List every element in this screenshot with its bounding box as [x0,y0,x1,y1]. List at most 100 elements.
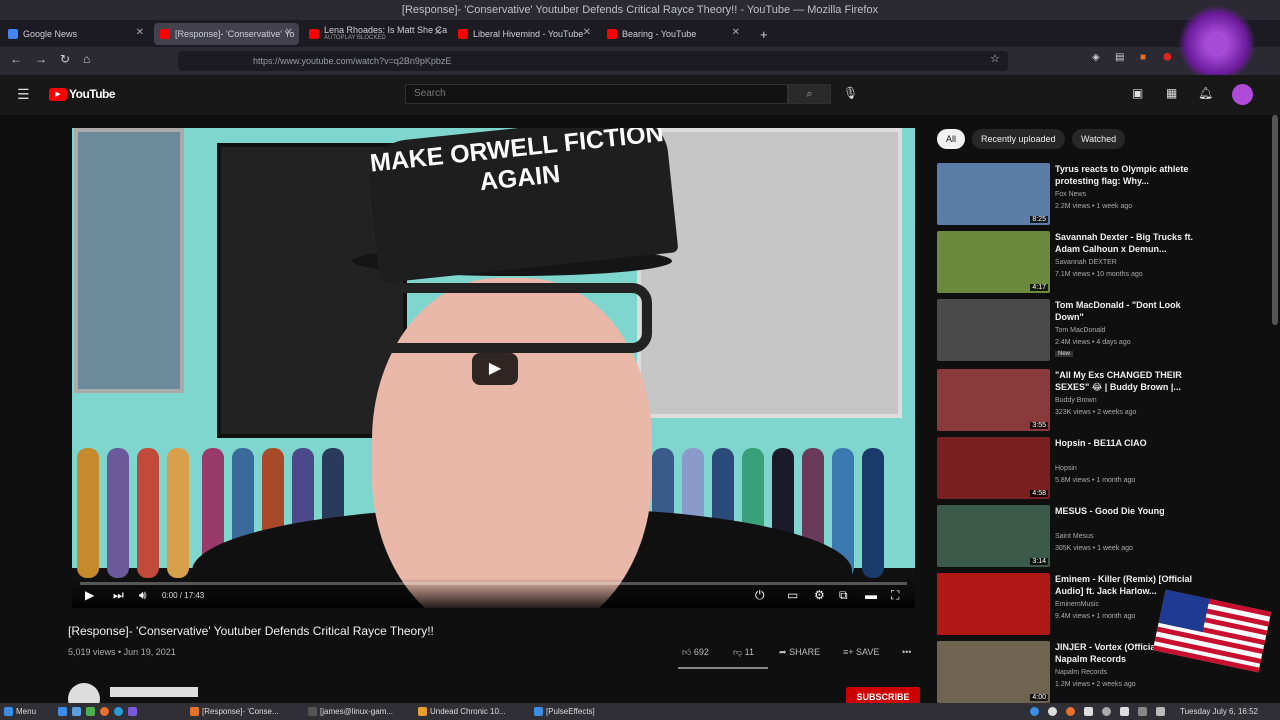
recommended-channel[interactable]: Savannah DEXTER [1055,259,1117,266]
clipboard-tray-icon[interactable] [1084,707,1093,716]
bookmark-star-icon[interactable]: ☆ [990,52,1000,65]
recommended-video[interactable]: 4:58 Hopsin - BE11A CIAO Hopsin 5.8M vie… [937,437,1237,499]
create-video-icon[interactable]: ▣ [1132,86,1143,100]
video-thumbnail[interactable]: 3:14 [937,505,1050,567]
files-launcher-icon[interactable] [86,707,95,716]
recommended-channel[interactable]: Hopsin [1055,465,1077,472]
location-tray-icon[interactable] [1102,707,1111,716]
clock[interactable]: Tuesday July 6, 16:52 [1180,703,1258,720]
close-icon[interactable]: ✕ [583,27,591,38]
more-options-icon[interactable]: ••• [902,647,911,657]
close-icon[interactable]: ✕ [285,27,293,38]
recommended-channel[interactable]: Buddy Brown [1055,397,1097,404]
close-icon[interactable]: ✕ [732,27,740,38]
tab-google-news[interactable]: Google News ✕ [2,23,150,45]
recommended-channel[interactable]: Napalm Records [1055,669,1107,676]
recommended-video[interactable]: 8:25 Tyrus reacts to Olympic athlete pro… [937,163,1237,225]
chip-watched[interactable]: Watched [1072,129,1126,149]
fullscreen-icon[interactable]: ⛶ [891,588,899,603]
home-icon[interactable]: ⌂ [83,52,90,66]
downloads-icon[interactable]: ▤ [1115,52,1124,63]
taskbar-window-pulseeffects[interactable]: [PulseEffects] [532,703,632,720]
video-thumbnail[interactable]: 3:55 [937,369,1050,431]
extension-icon[interactable]: ■ [1140,52,1146,63]
volume-tray-icon[interactable] [1120,707,1129,716]
account-avatar[interactable] [1232,84,1253,105]
video-thumbnail[interactable]: 4:58 [937,437,1050,499]
tab-response-video[interactable]: [Response]- 'Conservative' Yo ✕ [154,23,299,45]
recommended-title[interactable]: Tom MacDonald - "Dont Look Down" [1055,299,1195,323]
steam-launcher-icon[interactable] [114,707,123,716]
recommended-video[interactable]: 4:17 Savannah Dexter - Big Trucks ft. Ad… [937,231,1237,293]
recommended-channel[interactable]: Fox News [1055,191,1086,198]
display-tray-icon[interactable] [1156,707,1165,716]
recommended-title[interactable]: Tyrus reacts to Olympic athlete protesti… [1055,163,1195,187]
like-button[interactable]: 👍︎ 692 [682,647,709,658]
captions-icon[interactable]: ▭ [787,588,798,602]
microphone-icon[interactable]: 🎙︎ [843,86,858,100]
play-icon[interactable]: ▶ [85,588,94,602]
reload-icon[interactable]: ↻ [60,52,70,66]
notifications-bell-icon[interactable]: 🔔︎ [1198,86,1213,100]
dislike-button[interactable]: 👎︎ 11 [733,647,754,658]
taskbar-window-terminal[interactable]: [james@linux-gam... [306,703,414,720]
video-thumbnail[interactable] [937,573,1050,635]
recommended-video[interactable]: Tom MacDonald - "Dont Look Down" Tom Mac… [937,299,1237,361]
steam-tray-icon[interactable] [1048,707,1057,716]
new-tab-button[interactable]: + [754,23,776,45]
recommended-title[interactable]: "All My Exs CHANGED THEIR SEXES" 😂 | Bud… [1055,369,1195,393]
large-play-button[interactable]: ▶ [472,353,518,385]
recommended-channel[interactable]: Tom MacDonald [1055,327,1106,334]
chip-recently-uploaded[interactable]: Recently uploaded [972,129,1065,149]
search-button[interactable]: ⌕ [788,84,831,104]
next-icon[interactable]: ⏭︎ [113,588,124,603]
close-icon[interactable]: ✕ [434,27,442,38]
close-icon[interactable]: ✕ [136,27,144,38]
url-bar[interactable]: https://www.youtube.com/watch?v=q2Bn9pKp… [178,51,1008,71]
hamburger-menu-icon[interactable]: ☰ [17,86,30,103]
recommended-video[interactable]: 3:55 "All My Exs CHANGED THEIR SEXES" 😂 … [937,369,1237,431]
search-input[interactable]: Search [405,84,788,104]
pocket-icon[interactable]: ◈ [1092,52,1100,63]
youtube-logo[interactable]: ▶ YouTube [49,87,116,101]
taskbar-window-firefox[interactable]: [Response]- 'Conse... [188,703,306,720]
chip-all[interactable]: All [937,129,966,149]
progress-bar[interactable] [80,582,907,585]
taskbar-window-game[interactable]: Undead Chronic 10... [416,703,528,720]
recommended-title[interactable]: Savannah Dexter - Big Trucks ft. Adam Ca… [1055,231,1195,255]
theater-mode-icon[interactable]: ▬ [865,588,877,602]
tab-lena-rhoades[interactable]: Lena Rhoades: Is Matt She Ca AUTOPLAY BLO… [303,23,448,45]
autoplay-toggle[interactable]: ⏻ [755,588,765,603]
firefox-launcher-icon[interactable] [100,707,109,716]
adblock-icon[interactable]: ⬢ [1163,52,1172,63]
recommended-video[interactable]: 3:14 MESUS - Good Die Young Saint Mesus … [937,505,1237,567]
recommended-title[interactable]: Hopsin - BE11A CIAO [1055,437,1195,449]
recommended-meta: 7.1M views • 10 months ago [1055,271,1143,278]
show-desktop-icon[interactable] [58,707,67,716]
tab-liberal-hivemind[interactable]: Liberal Hivemind - YouTube ✕ [452,23,597,45]
volume-icon[interactable]: 🔊︎ [139,588,147,603]
apps-grid-icon[interactable]: ▦ [1166,86,1177,100]
discord-launcher-icon[interactable] [128,707,137,716]
keyboard-tray-icon[interactable] [1138,707,1147,716]
start-menu-button[interactable]: Menu [2,703,50,720]
video-thumbnail[interactable]: 4:17 [937,231,1050,293]
tab-bearing[interactable]: Bearing - YouTube ✕ [601,23,746,45]
video-thumbnail[interactable] [937,299,1050,361]
settings-gear-icon[interactable]: ⚙ [814,588,825,602]
recommended-channel[interactable]: EminemMusic [1055,601,1099,608]
page-scrollbar[interactable] [1272,115,1278,325]
recommended-channel[interactable]: Saint Mesus [1055,533,1094,540]
video-thumbnail[interactable]: 4:00 [937,641,1050,703]
video-thumbnail[interactable]: 8:25 [937,163,1050,225]
window-title: [Response]- 'Conservative' Youtuber Defe… [0,0,1280,20]
save-button[interactable]: ≡+ SAVE [843,647,879,657]
miniplayer-icon[interactable]: ⧉ [839,588,848,603]
back-arrow-icon[interactable]: ← [10,52,22,66]
forward-arrow-icon[interactable]: → [35,52,47,66]
share-button[interactable]: ➦ SHARE [779,647,820,658]
update-tray-icon[interactable] [1066,707,1075,716]
recommended-title[interactable]: MESUS - Good Die Young [1055,505,1195,517]
terminal-launcher-icon[interactable] [72,707,81,716]
network-tray-icon[interactable] [1030,707,1039,716]
